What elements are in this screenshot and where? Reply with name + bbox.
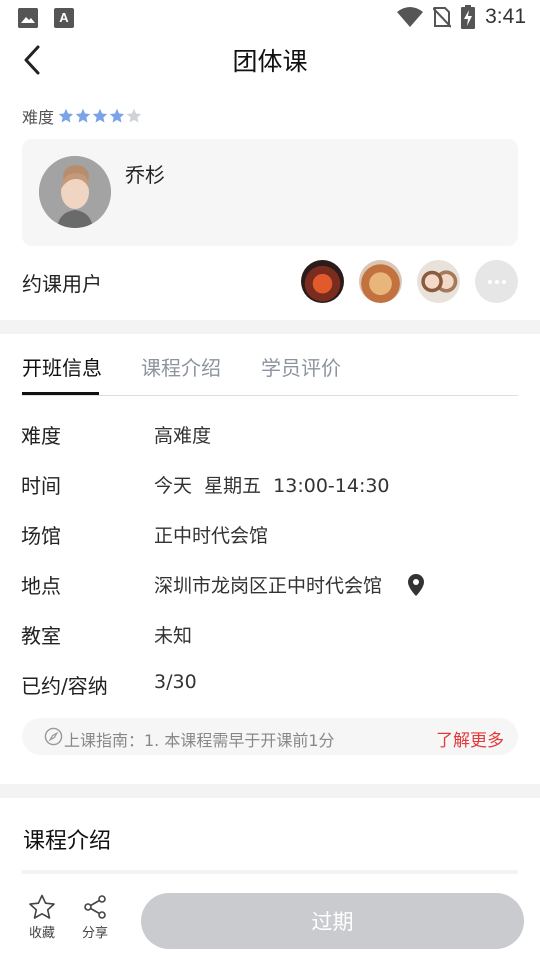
- font-a-icon: A: [54, 8, 74, 28]
- info-label: 教室: [21, 624, 61, 648]
- star-filled-icon: [109, 108, 125, 123]
- booked-users-label: 约课用户: [22, 272, 102, 296]
- difficulty-label: 难度: [22, 108, 55, 127]
- share-label: 分享: [81, 926, 108, 941]
- coach-name: 乔杉: [125, 163, 165, 187]
- info-row-capacity: 已约/容纳 3/30: [21, 670, 518, 700]
- info-label: 已约/容纳: [21, 674, 108, 698]
- share-button[interactable]: 分享: [75, 894, 115, 941]
- info-value: 正中时代会馆: [154, 525, 269, 547]
- coach-card[interactable]: 乔杉: [22, 139, 518, 246]
- info-label: 地点: [21, 574, 61, 598]
- booked-users-row: 约课用户: [22, 258, 518, 304]
- learn-more-link[interactable]: 了解更多: [436, 726, 504, 751]
- battery-charging-icon: [461, 5, 476, 29]
- star-filled-icon: [92, 108, 108, 123]
- user-avatar[interactable]: [417, 260, 460, 303]
- favorite-label: 收藏: [28, 926, 55, 941]
- share-icon: [84, 895, 106, 919]
- info-row-venue: 场馆 正中时代会馆: [21, 520, 518, 550]
- info-value: 高难度: [154, 425, 212, 447]
- info-row-difficulty: 难度 高难度: [21, 420, 518, 450]
- status-bar: A 3:41: [0, 0, 540, 36]
- section-divider: [0, 784, 540, 798]
- title-bar: 团体课: [0, 36, 540, 80]
- tab-course-intro[interactable]: 课程介绍: [141, 352, 221, 381]
- user-avatar[interactable]: [359, 260, 402, 303]
- tab-reviews[interactable]: 学员评价: [261, 352, 341, 381]
- guide-text: 上课指南：1. 本课程需早于开课前1分: [64, 731, 335, 750]
- star-filled-icon: [75, 108, 91, 123]
- info-value: 3/30: [154, 671, 197, 693]
- bottom-action-bar: 收藏 分享 过期: [0, 874, 540, 960]
- tab-class-info[interactable]: 开班信息: [22, 352, 102, 381]
- info-value: 今天 星期五 13:00-14:30: [154, 475, 390, 497]
- more-dots-icon: [487, 279, 492, 284]
- info-row-location[interactable]: 地点 深圳市龙岗区正中时代会馆: [21, 570, 518, 600]
- more-users-button[interactable]: [475, 260, 518, 303]
- clock: 3:41: [485, 5, 526, 28]
- page-title: 团体课: [232, 47, 308, 76]
- no-sim-icon: [433, 7, 452, 28]
- info-row-classroom: 教室 未知: [21, 620, 518, 650]
- section-divider: [0, 320, 540, 334]
- image-icon: [18, 8, 38, 28]
- star-rating: [58, 108, 142, 124]
- star-outline-icon: [29, 894, 55, 919]
- class-guide-banner[interactable]: 上课指南：1. 本课程需早于开课前1分 了解更多: [22, 718, 518, 755]
- difficulty-rating: 难度: [22, 104, 142, 128]
- star-filled-icon: [58, 108, 74, 123]
- star-empty-icon: [126, 108, 142, 123]
- course-intro-heading: 课程介绍: [23, 829, 112, 854]
- location-pin-icon[interactable]: [407, 574, 425, 596]
- info-label: 场馆: [21, 524, 61, 548]
- user-avatar[interactable]: [301, 260, 344, 303]
- coach-avatar[interactable]: [39, 156, 111, 228]
- expired-button[interactable]: 过期: [141, 893, 524, 949]
- info-value: 未知: [154, 625, 193, 647]
- wifi-icon: [397, 7, 424, 27]
- info-label: 难度: [21, 424, 61, 448]
- favorite-button[interactable]: 收藏: [22, 894, 62, 941]
- compass-icon: [44, 727, 63, 746]
- info-value: 深圳市龙岗区正中时代会馆: [154, 575, 383, 597]
- info-label: 时间: [21, 474, 61, 498]
- tab-bar: 开班信息 课程介绍 学员评价: [22, 335, 518, 396]
- active-tab-indicator: [22, 392, 99, 395]
- info-row-time: 时间 今天 星期五 13:00-14:30: [21, 470, 518, 500]
